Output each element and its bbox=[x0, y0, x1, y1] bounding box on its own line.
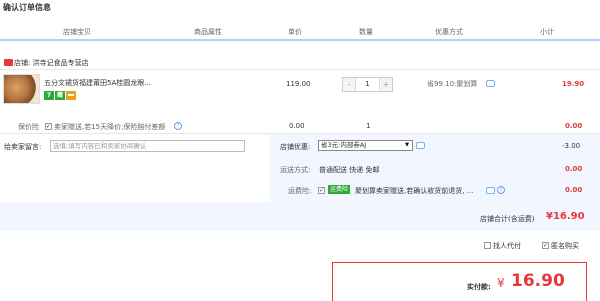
col-header-qty: 数量 bbox=[359, 28, 373, 36]
shop-coupon-selected: 省3元:内部券AJ bbox=[321, 141, 367, 149]
payment-amount: 16.90 bbox=[511, 271, 565, 291]
chevron-down-icon: ▼ bbox=[405, 142, 409, 148]
shipping-value: 0.00 bbox=[565, 165, 583, 173]
insurance-subtotal: 0.00 bbox=[565, 122, 583, 130]
payment-currency: ¥ bbox=[497, 276, 505, 290]
shop-total-amount: ¥16.90 bbox=[546, 211, 585, 222]
message-input[interactable]: 选填:填写内容已和卖家协商确认 bbox=[50, 140, 245, 152]
freight-insurance-checkbox[interactable]: ✓ bbox=[318, 187, 325, 194]
insurance-checkbox[interactable]: ✓ bbox=[45, 123, 52, 130]
quantity-stepper: - 1 + bbox=[342, 77, 393, 92]
col-header-subtotal: 小计 bbox=[540, 28, 554, 36]
shipping-label: 运送方式: bbox=[280, 166, 311, 174]
quantity-increase-button[interactable]: + bbox=[380, 78, 392, 91]
col-header-price: 单价 bbox=[288, 28, 302, 36]
item-discount-text: 省99.10:聚划算 bbox=[427, 80, 478, 88]
quantity-decrease-button[interactable]: - bbox=[343, 78, 355, 91]
pay-for-other-checkbox[interactable] bbox=[484, 242, 491, 249]
discount-info-icon[interactable] bbox=[486, 80, 495, 87]
row-divider bbox=[0, 133, 600, 134]
coupon-info-icon[interactable] bbox=[416, 142, 425, 149]
shop-name-link[interactable]: 店铺: 洪寺记食品专营店 bbox=[14, 58, 89, 68]
badge-gift-icon[interactable]: 赠 bbox=[55, 91, 65, 100]
anonymous-checkbox[interactable]: ✓ bbox=[542, 242, 549, 249]
shop-coupon-label: 店铺优惠: bbox=[280, 143, 311, 151]
col-header-item: 店铺宝贝 bbox=[63, 28, 91, 36]
shop-total-label: 店铺合计(含运费) bbox=[480, 215, 535, 223]
item-subtotal: 19.90 bbox=[562, 80, 585, 88]
col-header-attr: 商品属性 bbox=[194, 28, 222, 36]
badge-7day-icon[interactable]: 7 bbox=[44, 91, 54, 100]
header-divider bbox=[0, 39, 600, 41]
item-price: 119.00 bbox=[286, 80, 311, 88]
product-thumbnail[interactable] bbox=[3, 74, 40, 104]
anonymous-label: 匿名购买 bbox=[551, 242, 579, 250]
insurance-desc: 卖家赠送,若15天降价,保险赔付差额 bbox=[54, 123, 166, 131]
row-divider bbox=[0, 69, 600, 70]
freight-insurance-desc: 聚划算卖家赠送,若确认收货前退货, ... bbox=[355, 187, 474, 195]
message-label: 给卖家留言: bbox=[4, 143, 42, 151]
freight-insurance-value: 0.00 bbox=[565, 186, 583, 194]
product-name-link[interactable]: 五分文裙货福建莆田5A桂圆龙眼... bbox=[44, 78, 151, 88]
shop-coupon-select[interactable]: 省3元:内部券AJ ▼ bbox=[318, 140, 413, 151]
shop-icon bbox=[4, 59, 13, 66]
pay-for-other-label: 找人代付 bbox=[493, 242, 521, 250]
help-icon[interactable]: ? bbox=[497, 186, 505, 194]
payment-label: 实付款: bbox=[467, 283, 491, 291]
col-header-discount: 优惠方式 bbox=[435, 28, 463, 36]
freight-insurance-tag: 运费险 bbox=[328, 185, 351, 194]
freight-insurance-label: 运费险: bbox=[288, 187, 312, 195]
badge-card-icon[interactable] bbox=[66, 91, 76, 100]
quantity-input[interactable]: 1 bbox=[355, 78, 380, 91]
shipping-method: 普通配送 快递 免邮 bbox=[319, 166, 380, 174]
help-icon[interactable]: ? bbox=[174, 122, 182, 130]
shop-coupon-value: -3.00 bbox=[562, 142, 581, 150]
insurance-label: 保价险 bbox=[18, 123, 39, 131]
insurance-price: 0.00 bbox=[289, 122, 305, 130]
insurance-qty: 1 bbox=[366, 122, 371, 130]
freight-info-icon[interactable] bbox=[486, 187, 495, 194]
page-title: 确认订单信息 bbox=[3, 3, 51, 12]
